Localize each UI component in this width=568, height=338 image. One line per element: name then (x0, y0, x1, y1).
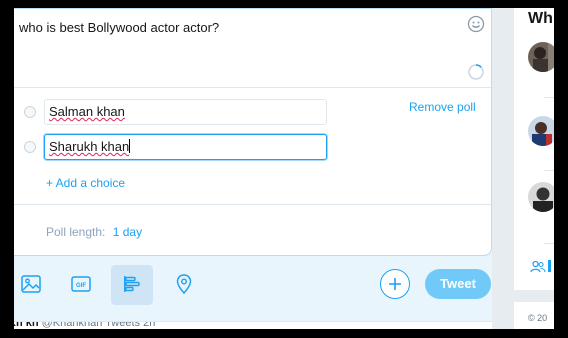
who-to-follow-panel: Wh (514, 8, 554, 290)
image-icon[interactable] (20, 273, 42, 295)
plus-icon (389, 278, 401, 290)
sidebar-link-fragment[interactable] (548, 260, 551, 272)
poll-editor: Salman khan Sharukh khan Remove poll + A… (14, 87, 491, 257)
stream-item-author: Kh kh @Khankhan Tweets 2h (14, 321, 156, 329)
add-tweet-button[interactable] (380, 269, 410, 299)
tweet-box[interactable]: who is best Bollywood actor actor? Salma… (14, 8, 492, 256)
tweet-text[interactable]: who is best Bollywood actor actor? (19, 20, 219, 35)
smiley-icon[interactable] (467, 15, 485, 33)
sidebar-footer: © 20 (514, 302, 554, 329)
poll-length-value[interactable]: 1 day (113, 225, 142, 239)
choice-1-input[interactable]: Salman khan (44, 99, 327, 125)
poll-icon[interactable] (121, 273, 143, 295)
people-icon[interactable] (530, 260, 546, 274)
text-caret (129, 139, 131, 153)
choice-2-input[interactable]: Sharukh khan (44, 134, 327, 160)
footer-copyright: © 20 (528, 313, 548, 323)
tweet-button[interactable]: Tweet (425, 269, 491, 299)
tweet-composer: who is best Bollywood actor actor? Salma… (14, 8, 492, 321)
avatar[interactable] (528, 182, 554, 212)
svg-text:GIF: GIF (76, 283, 86, 289)
avatar[interactable] (528, 42, 554, 72)
choice-2-radio (24, 141, 36, 153)
sidebar-divider (544, 170, 554, 171)
add-choice-link[interactable]: + Add a choice (46, 176, 125, 190)
character-count-ring-icon (468, 64, 484, 80)
sidebar-divider (544, 97, 554, 98)
remove-poll-link[interactable]: Remove poll (409, 100, 476, 114)
poll-length-label: Poll length: (46, 225, 106, 239)
poll-divider (14, 204, 491, 205)
sidebar-title: Wh (528, 10, 553, 27)
choice-1-radio (24, 106, 36, 118)
twitter-viewport: who is best Bollywood actor actor? Salma… (14, 8, 554, 329)
stream-item-peek: Kh kh @Khankhan Tweets 2h (14, 321, 492, 329)
poll-length: Poll length: 1 day (46, 225, 142, 239)
location-icon[interactable] (173, 273, 195, 295)
gif-icon[interactable]: GIF (70, 273, 92, 295)
sidebar-divider (544, 243, 554, 244)
avatar[interactable] (528, 116, 554, 146)
